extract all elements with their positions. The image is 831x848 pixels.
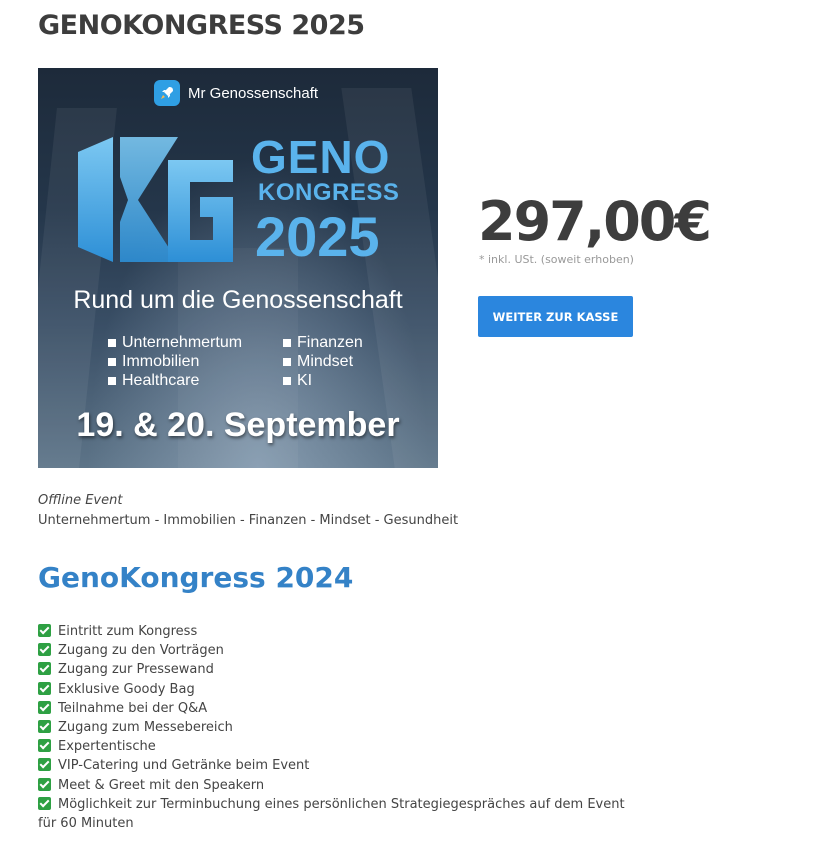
- list-item: Meet & Greet mit den Speakern: [38, 776, 638, 795]
- price-tax-note: * inkl. USt. (soweit erhoben): [479, 253, 634, 266]
- banner-brand: Mr Genossenschaft: [154, 80, 318, 106]
- list-item: Eintritt zum Kongress: [38, 622, 638, 641]
- section-heading: GenoKongress 2024: [38, 561, 354, 594]
- green-checkmark-icon: [38, 643, 51, 657]
- rocket-icon: [154, 80, 180, 106]
- product-price: 297,00€: [478, 190, 712, 253]
- kg-logo-icon: [78, 137, 233, 262]
- feature-list: Eintritt zum Kongress Zugang zu den Vort…: [38, 622, 638, 833]
- banner-topic: Mindset: [283, 353, 353, 371]
- banner-headline-geno: GENO: [251, 131, 391, 183]
- list-item: Expertentische: [38, 737, 638, 756]
- green-checkmark-icon: [38, 758, 51, 772]
- list-item: Zugang zum Messebereich: [38, 718, 638, 737]
- banner-headline-kongress: KONGRESS: [258, 179, 400, 206]
- green-checkmark-icon: [38, 777, 51, 791]
- green-checkmark-icon: [38, 624, 51, 637]
- banner-topic: Unternehmertum: [108, 334, 242, 352]
- list-item: Exklusive Goody Bag: [38, 680, 638, 699]
- banner-topic: Healthcare: [108, 372, 199, 390]
- event-banner-image: Mr Genossenschaft GENO KONGRESS 2025 Run…: [38, 68, 438, 468]
- page-title: GENOKONGRESS 2025: [38, 10, 365, 41]
- green-checkmark-icon: [38, 700, 51, 714]
- list-item: Zugang zur Pressewand: [38, 660, 638, 679]
- event-type: Offline Event: [38, 493, 123, 508]
- banner-dates: 19. & 20. September: [76, 406, 400, 444]
- list-item: Möglichkeit zur Terminbuchung eines pers…: [38, 796, 625, 832]
- list-item: Zugang zu den Vorträgen: [38, 641, 638, 660]
- event-topics: Unternehmertum - Immobilien - Finanzen -…: [38, 513, 459, 528]
- banner-tagline: Rund um die Genossenschaft: [73, 286, 403, 314]
- banner-topic: KI: [283, 372, 312, 390]
- banner-brand-name: Mr Genossenschaft: [188, 84, 319, 102]
- banner-topic: Immobilien: [108, 353, 199, 371]
- list-item: VIP-Catering und Getränke beim Event: [38, 756, 638, 775]
- green-checkmark-icon: [38, 796, 51, 810]
- green-checkmark-icon: [38, 739, 51, 753]
- green-checkmark-icon: [38, 681, 51, 695]
- green-checkmark-icon: [38, 720, 51, 734]
- list-item: Teilnahme bei der Q&A: [38, 699, 638, 718]
- banner-topic: Finanzen: [283, 334, 363, 352]
- checkout-button[interactable]: WEITER ZUR KASSE: [478, 296, 633, 337]
- green-checkmark-icon: [38, 662, 51, 676]
- banner-headline-year: 2025: [255, 205, 380, 268]
